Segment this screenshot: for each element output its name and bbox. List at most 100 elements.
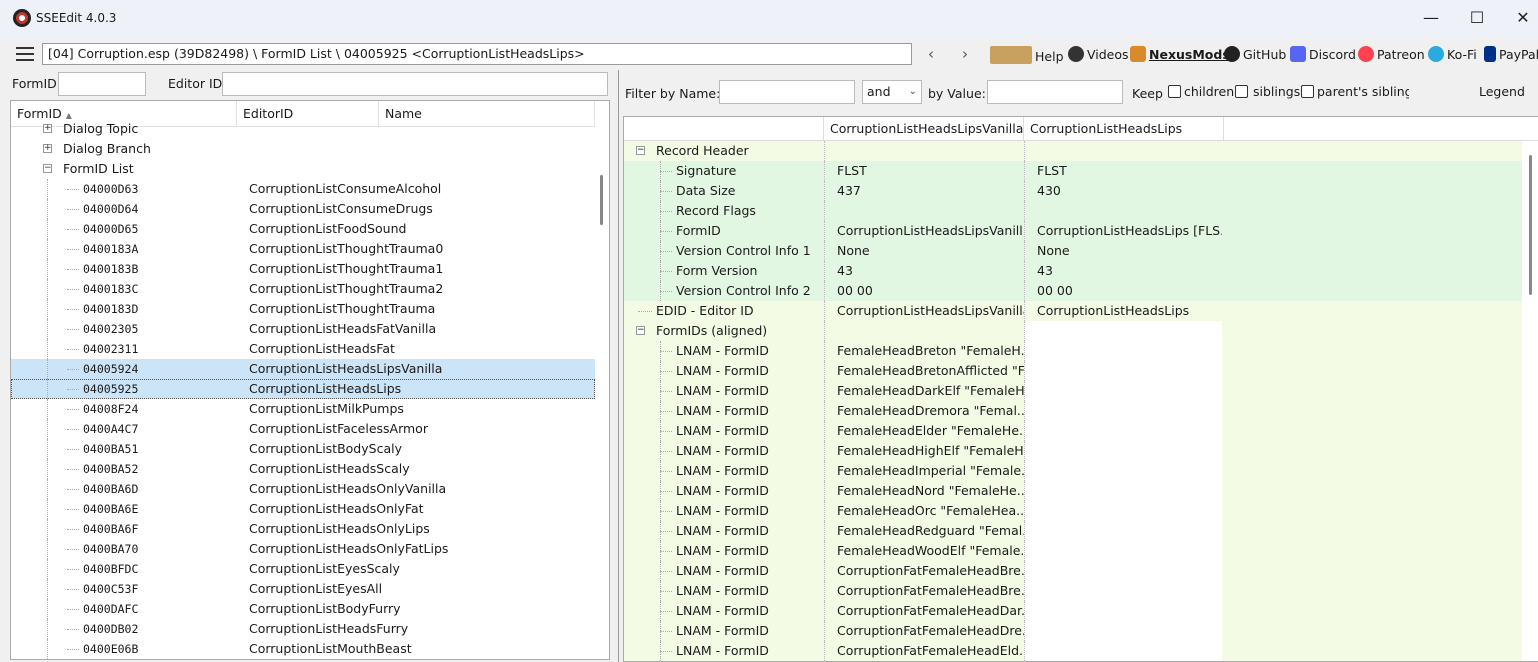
- grid-row[interactable]: LNAM - FormID FemaleHeadHighElf "FemaleH.…: [624, 441, 1522, 461]
- tree-row[interactable]: 04000D65 CorruptionListFoodSound: [11, 219, 595, 239]
- scroll-thumb[interactable]: [600, 175, 603, 225]
- tree-row[interactable]: 04008F24 CorruptionListMilkPumps: [11, 399, 595, 419]
- tree-row[interactable]: 04002311 CorruptionListHeadsFat: [11, 339, 595, 359]
- tree-row[interactable]: 04005925 CorruptionListHeadsLips: [11, 379, 595, 399]
- tree-row[interactable]: 04000D64 CorruptionListConsumeDrugs: [11, 199, 595, 219]
- grid-row[interactable]: − Record Header: [624, 141, 1522, 161]
- siblings-checkbox[interactable]: [1235, 85, 1248, 98]
- parents-siblings-checkbox[interactable]: [1301, 85, 1314, 98]
- grid-row[interactable]: LNAM - FormID FemaleHeadWoodElf "Female..…: [624, 541, 1522, 561]
- paypal-link[interactable]: PayPal: [1484, 46, 1538, 62]
- discord-link[interactable]: Discord: [1290, 46, 1356, 62]
- record-path[interactable]: [04] Corruption.esp (39D82498) \ FormID …: [42, 43, 912, 65]
- grid-row[interactable]: − FormIDs (aligned): [624, 321, 1522, 341]
- tree-group-dialog-topic[interactable]: + Dialog Topic: [11, 119, 595, 139]
- close-button[interactable]: ✕: [1500, 6, 1538, 32]
- row-formid: 0400BA70: [83, 542, 139, 556]
- tree-row[interactable]: 04000D63 CorruptionListConsumeAlcohol: [11, 179, 595, 199]
- grid-row[interactable]: LNAM - FormID FemaleHeadBreton "FemaleH..…: [624, 341, 1522, 361]
- collapse-icon[interactable]: −: [43, 164, 52, 173]
- grid-row[interactable]: LNAM - FormID CorruptionFatFemaleHeadBre.…: [624, 561, 1522, 581]
- grid-row[interactable]: LNAM - FormID FemaleHeadDremora "Femal...: [624, 401, 1522, 421]
- maximize-button[interactable]: ☐: [1454, 6, 1500, 32]
- tree-row[interactable]: 0400C53F CorruptionListEyesAll: [11, 579, 595, 599]
- tree-row[interactable]: 0400BA6D CorruptionListHeadsOnlyVanilla: [11, 479, 595, 499]
- grid-row[interactable]: Signature FLST FLST: [624, 161, 1522, 181]
- formid-filter-input[interactable]: [58, 72, 146, 96]
- tree-row[interactable]: 0400BA51 CorruptionListBodyScaly: [11, 439, 595, 459]
- grid-column-lips[interactable]: CorruptionListHeadsLips: [1024, 117, 1224, 141]
- grid-column-field[interactable]: [624, 117, 824, 141]
- grid-row[interactable]: Record Flags: [624, 201, 1522, 221]
- grid-scrollbar[interactable]: [1524, 141, 1538, 661]
- legend-button[interactable]: Legend: [1479, 84, 1525, 99]
- tree-row[interactable]: 0400E06B CorruptionListMouthBeast: [11, 639, 595, 659]
- row-formid: 0400DAFC: [83, 602, 139, 616]
- vanilla-value: 00 00: [824, 281, 1024, 301]
- scroll-thumb[interactable]: [1529, 155, 1532, 295]
- record-compare-grid[interactable]: CorruptionListHeadsLipsVanilla Corruptio…: [623, 116, 1538, 662]
- grid-row[interactable]: LNAM - FormID FemaleHeadBretonAfflicted "…: [624, 361, 1522, 381]
- expand-icon[interactable]: +: [43, 124, 52, 133]
- tree-scrollbar[interactable]: [595, 127, 609, 659]
- grid-row[interactable]: Form Version 43 43: [624, 261, 1522, 281]
- tree-row[interactable]: 0400BA52 CorruptionListHeadsScaly: [11, 459, 595, 479]
- grid-row[interactable]: LNAM - FormID CorruptionFatFemaleHeadDar.…: [624, 601, 1522, 621]
- filter-value-input[interactable]: [987, 80, 1123, 104]
- tree-row[interactable]: 0400183A CorruptionListThoughtTrauma0: [11, 239, 595, 259]
- kofi-link[interactable]: Ko-Fi: [1428, 46, 1477, 62]
- tree-row[interactable]: 0400BA6E CorruptionListHeadsOnlyFat: [11, 499, 595, 519]
- filter-name-input[interactable]: [719, 80, 855, 104]
- nexusmods-link[interactable]: NexusMods: [1130, 46, 1230, 62]
- grid-row[interactable]: LNAM - FormID FemaleHeadImperial "Female.…: [624, 461, 1522, 481]
- field-label: Record Header: [656, 143, 749, 158]
- lips-value: [1024, 481, 1222, 501]
- lips-value: CorruptionListHeadsLips [FLS...: [1024, 221, 1222, 241]
- tree-row[interactable]: 0400DB02 CorruptionListHeadsFurry: [11, 619, 595, 639]
- grid-row[interactable]: LNAM - FormID FemaleHeadElder "FemaleHe..…: [624, 421, 1522, 441]
- minimize-button[interactable]: —: [1408, 6, 1454, 32]
- grid-row[interactable]: Version Control Info 1 None None: [624, 241, 1522, 261]
- tree-group-formid-list[interactable]: − FormID List: [11, 159, 595, 179]
- field-label: LNAM - FormID: [676, 583, 769, 598]
- forward-icon[interactable]: ›: [954, 43, 976, 65]
- videos-link[interactable]: Videos: [1068, 46, 1129, 62]
- grid-row[interactable]: FormID CorruptionListHeadsLipsVanill... Co…: [624, 221, 1522, 241]
- tree-row[interactable]: 0400183D CorruptionListThoughtTrauma: [11, 299, 595, 319]
- field-label: LNAM - FormID: [676, 523, 769, 538]
- window-title: SSEEdit 4.0.3: [36, 11, 117, 25]
- help-link[interactable]: Help: [990, 46, 1064, 64]
- grid-row[interactable]: LNAM - FormID FemaleHeadDarkElf "FemaleH.…: [624, 381, 1522, 401]
- github-link[interactable]: GitHub: [1224, 46, 1286, 62]
- grid-row[interactable]: LNAM - FormID FemaleHeadNord "FemaleHe...: [624, 481, 1522, 501]
- grid-row[interactable]: LNAM - FormID CorruptionFatFemaleHeadEld.…: [624, 641, 1522, 661]
- tree-row[interactable]: 0400DAFC CorruptionListBodyFurry: [11, 599, 595, 619]
- grid-column-vanilla[interactable]: CorruptionListHeadsLipsVanilla: [824, 117, 1024, 141]
- grid-row[interactable]: LNAM - FormID CorruptionFatFemaleHeadDre.…: [624, 621, 1522, 641]
- tree-row[interactable]: 0400BFDC CorruptionListEyesScaly: [11, 559, 595, 579]
- tree-row[interactable]: 04005924 CorruptionListHeadsLipsVanilla: [11, 359, 595, 379]
- editorid-filter-input[interactable]: [222, 72, 608, 96]
- tree-row[interactable]: 0400183C CorruptionListThoughtTrauma2: [11, 279, 595, 299]
- tree-row[interactable]: 0400183B CorruptionListThoughtTrauma1: [11, 259, 595, 279]
- tree-row[interactable]: 0400BA70 CorruptionListHeadsOnlyFatLips: [11, 539, 595, 559]
- grid-row[interactable]: Version Control Info 2 00 00 00 00: [624, 281, 1522, 301]
- tree-row[interactable]: 0400BA6F CorruptionListHeadsOnlyLips: [11, 519, 595, 539]
- filter-operator-select[interactable]: and ⌄: [862, 80, 922, 104]
- children-checkbox[interactable]: [1168, 85, 1181, 98]
- record-tree[interactable]: FormID ▲ EditorID Name + Dialog Topic + …: [10, 100, 610, 660]
- collapse-icon[interactable]: −: [636, 146, 645, 155]
- patreon-link[interactable]: Patreon: [1358, 46, 1425, 62]
- grid-row[interactable]: LNAM - FormID FemaleHeadOrc "FemaleHea...: [624, 501, 1522, 521]
- tree-row[interactable]: 04002305 CorruptionListHeadsFatVanilla: [11, 319, 595, 339]
- tree-row[interactable]: 0400A4C7 CorruptionListFacelessArmor: [11, 419, 595, 439]
- grid-row[interactable]: EDID - Editor ID CorruptionListHeadsLipsV…: [624, 301, 1522, 321]
- grid-row[interactable]: LNAM - FormID FemaleHeadRedguard "Femal..…: [624, 521, 1522, 541]
- expand-icon[interactable]: +: [43, 144, 52, 153]
- menu-icon[interactable]: [16, 47, 34, 61]
- collapse-icon[interactable]: −: [636, 326, 645, 335]
- tree-group-dialog-branch[interactable]: + Dialog Branch: [11, 139, 595, 159]
- grid-row[interactable]: LNAM - FormID CorruptionFatFemaleHeadBre.…: [624, 581, 1522, 601]
- back-icon[interactable]: ‹: [920, 43, 942, 65]
- grid-row[interactable]: Data Size 437 430: [624, 181, 1522, 201]
